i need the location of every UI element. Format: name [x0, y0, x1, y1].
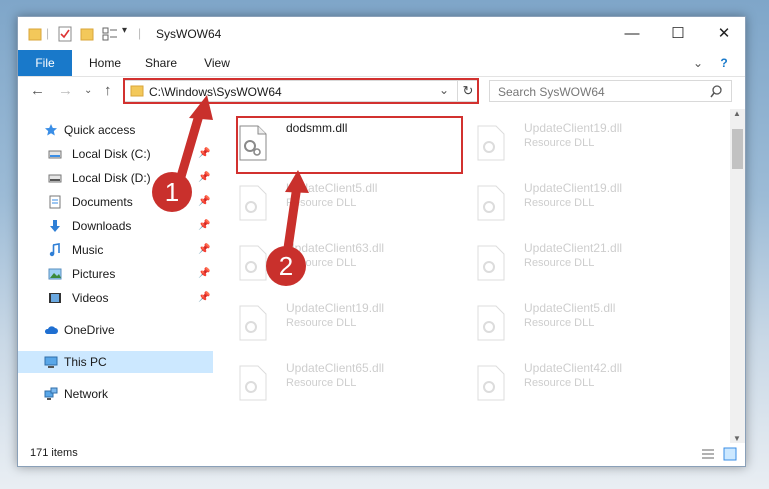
arrow-1-head: [189, 95, 213, 120]
arrow-2: [283, 185, 302, 249]
arrow-1: [175, 110, 205, 182]
step-2-badge: 2: [266, 246, 306, 286]
arrow-2-head: [285, 170, 309, 193]
step-1-badge: 1: [152, 172, 192, 212]
annotation-arrows: [175, 95, 309, 249]
